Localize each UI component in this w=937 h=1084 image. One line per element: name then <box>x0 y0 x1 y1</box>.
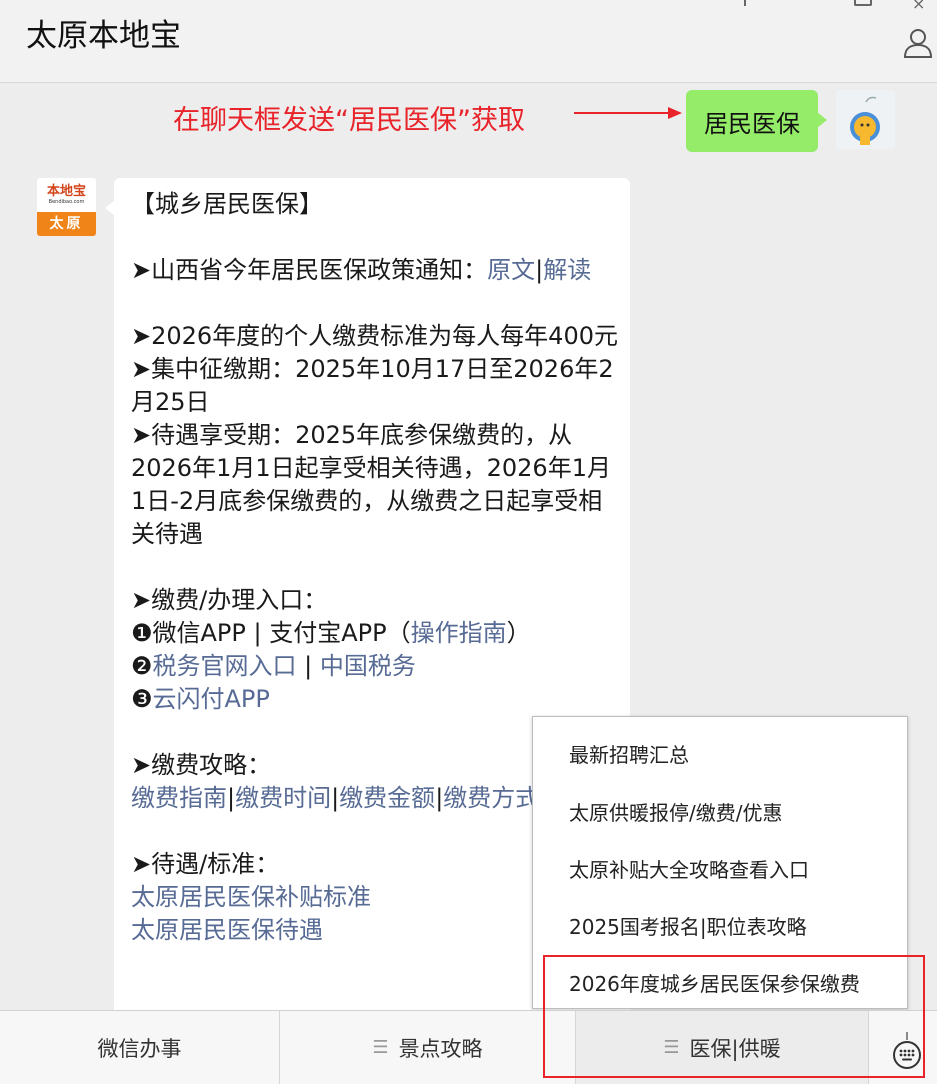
avatar[interactable] <box>836 90 895 149</box>
tab-divider <box>868 1011 869 1084</box>
window-control-partial <box>744 0 746 6</box>
operation-guide-link[interactable]: 操作指南 <box>411 619 507 647</box>
policy-line: ➤山西省今年居民医保政策通知：原文|解读 <box>131 254 621 287</box>
keyboard-icon[interactable] <box>892 1032 922 1070</box>
menu-item-civil-exam[interactable]: 2025国考报名|职位表攻略 <box>569 911 807 940</box>
user-message-bubble: 居民医保 <box>686 90 827 152</box>
window-control-partial <box>854 0 872 6</box>
close-icon[interactable]: × <box>912 0 925 12</box>
link-separator: | <box>296 652 320 680</box>
flower-avatar-icon <box>836 90 895 149</box>
menu-lines-icon: ☰ <box>663 1037 680 1058</box>
entry-1-text: 微信APP | 支付宝APP（ <box>152 619 411 647</box>
unionpay-app-link[interactable]: 云闪付APP <box>153 685 270 713</box>
menu-item-medical-insurance[interactable]: 2026年度城乡居民医保参保缴费 <box>569 968 860 997</box>
bullet-3: ❸ <box>131 685 153 713</box>
menu-item-subsidy[interactable]: 太原补贴大全攻略查看入口 <box>569 854 809 883</box>
collection-period-text: ➤集中征缴期：2025年10月17日至2026年2月25日 <box>131 355 614 416</box>
menu-bar: 微信办事 ☰ 景点攻略 ☰ 医保|供暖 <box>0 1010 937 1084</box>
payment-time-link[interactable]: 缴费时间 <box>235 784 331 812</box>
entry-line-3: ❸云闪付APP <box>131 683 621 716</box>
payment-guide-link[interactable]: 缴费指南 <box>131 784 227 812</box>
tab-insurance-heating[interactable]: ☰ 医保|供暖 <box>576 1011 868 1084</box>
chat-title: 太原本地宝 <box>26 18 181 54</box>
tab-label: 微信办事 <box>97 1036 182 1061</box>
tab-attractions[interactable]: ☰ 景点攻略 <box>280 1011 575 1084</box>
bullet-1: ❶ <box>131 619 153 647</box>
menu-item-heating[interactable]: 太原供暖报停/缴费/优惠 <box>569 797 782 826</box>
payment-method-link[interactable]: 缴费方式 <box>443 784 539 812</box>
fee-standard-text: ➤2026年度的个人缴费标准为每人每年400元 <box>131 322 618 350</box>
menu-lines-icon: ☰ <box>372 1037 389 1058</box>
bot-avatar[interactable]: 本地宝 Bendibao.com 太原 <box>37 178 96 236</box>
link-separator: | <box>227 784 236 812</box>
bot-logo-domain: Bendibao.com <box>48 199 85 205</box>
tab-label: 医保|供暖 <box>689 1036 781 1061</box>
arrow-right-icon <box>574 107 682 119</box>
instruction-text: 在聊天框发送“居民医保”获取 <box>173 105 525 136</box>
bot-logo-city: 太原 <box>37 212 96 236</box>
menu-item-jobs[interactable]: 最新招聘汇总 <box>569 739 689 768</box>
payment-amount-link[interactable]: 缴费金额 <box>339 784 435 812</box>
benefit-period-text: ➤待遇享受期：2025年底参保缴费的，从2026年1月1日起享受相关待遇，202… <box>131 421 611 548</box>
link-separator: | <box>535 256 544 284</box>
popup-menu: 最新招聘汇总 太原供暖报停/缴费/优惠 太原补贴大全攻略查看入口 2025国考报… <box>532 716 908 1009</box>
entry-line-1: ❶微信APP | 支付宝APP（操作指南） <box>131 617 621 650</box>
link-separator: | <box>331 784 340 812</box>
tab-wechat-services[interactable]: 微信办事 <box>0 1011 279 1084</box>
entry-title: ➤缴费/办理入口： <box>131 586 328 614</box>
profile-icon[interactable] <box>902 26 934 58</box>
entry-1-close: ） <box>506 619 531 647</box>
entry-line-2: ❷税务官网入口 | 中国税务 <box>131 650 621 683</box>
bot-logo-area: 本地宝 Bendibao.com <box>37 178 96 212</box>
tab-label: 景点攻略 <box>398 1036 483 1061</box>
bullet-2: ❷ <box>131 652 153 680</box>
chat-header: 太原本地宝 × <box>0 0 937 83</box>
china-tax-link[interactable]: 中国税务 <box>320 652 416 680</box>
user-message-text: 居民医保 <box>704 109 800 138</box>
message-title: 【城乡居民医保】 <box>131 190 323 218</box>
bot-logo-text: 本地宝 <box>46 184 86 199</box>
policy-original-link[interactable]: 原文 <box>487 256 535 284</box>
policy-prefix: ➤山西省今年居民医保政策通知： <box>131 256 488 284</box>
policy-interpretation-link[interactable]: 解读 <box>543 256 591 284</box>
tax-portal-link[interactable]: 税务官网入口 <box>153 652 297 680</box>
